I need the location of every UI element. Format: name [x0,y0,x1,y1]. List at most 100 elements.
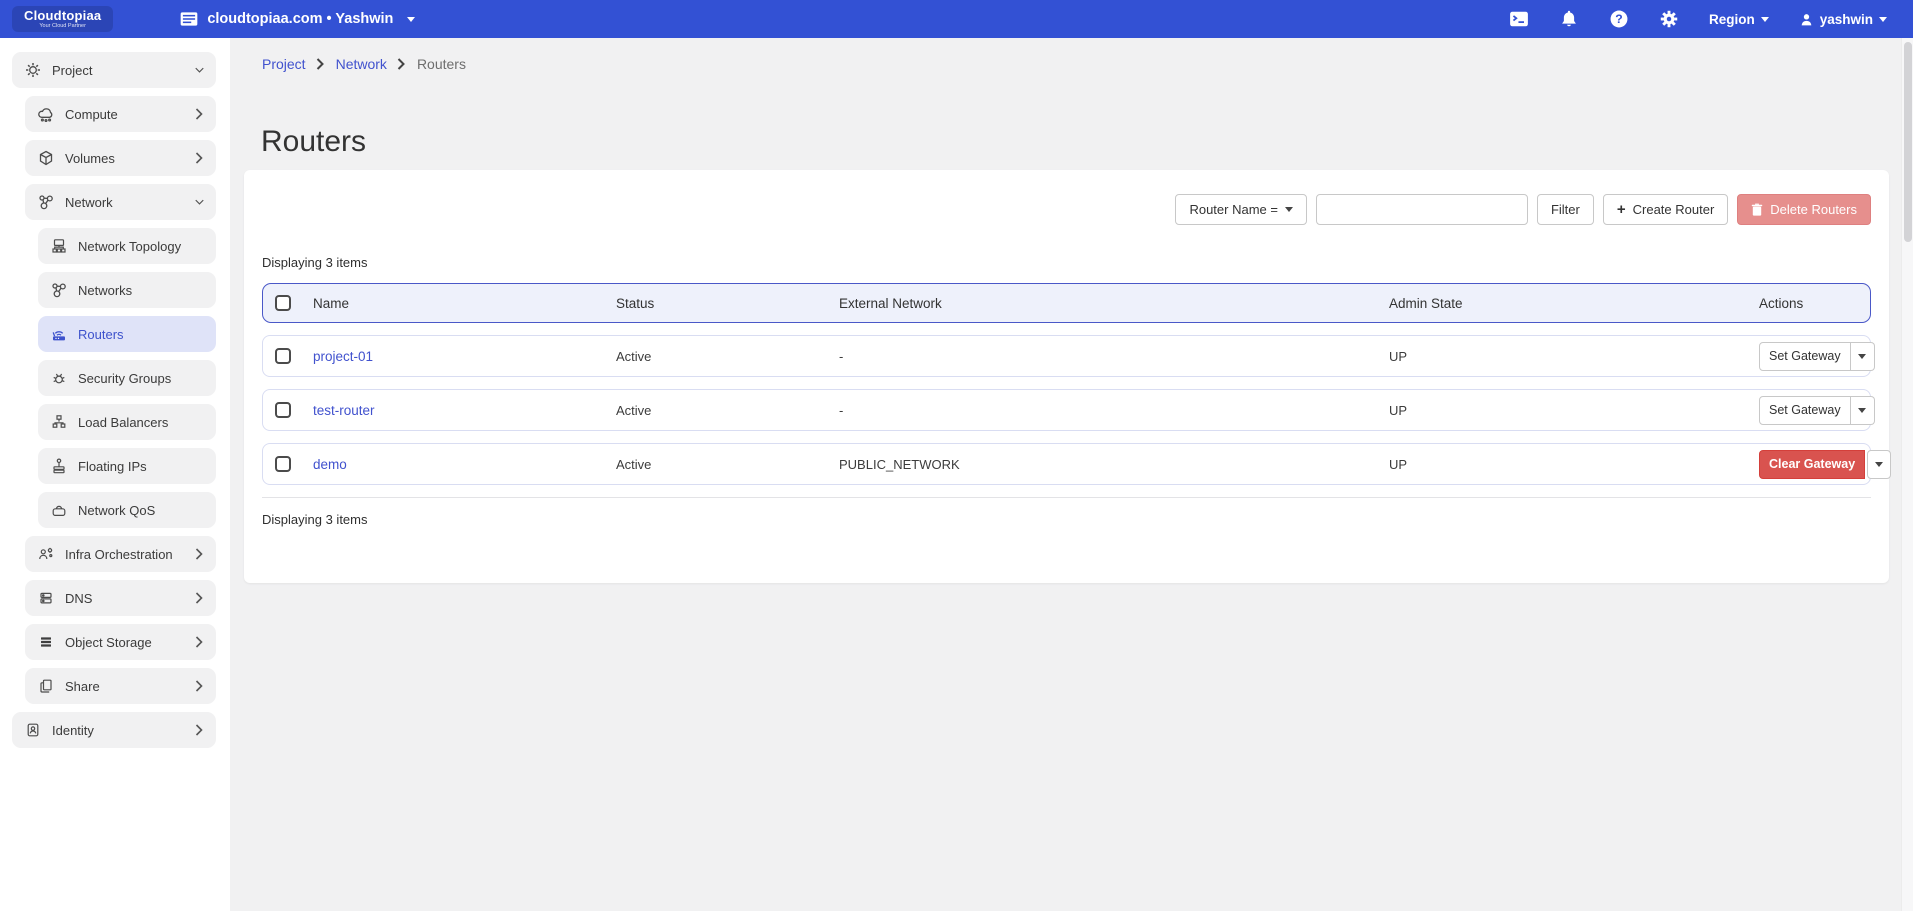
chevron-down-icon [1879,17,1887,22]
sidebar-item-networks[interactable]: Networks [38,272,216,308]
svg-text:?: ? [1615,12,1622,26]
network-qos-briefcase-icon [50,501,68,519]
sidebar-item-label: Object Storage [65,635,185,650]
sidebar-item-identity[interactable]: Identity [12,712,216,748]
scrollbar-thumb[interactable] [1904,42,1912,242]
sidebar-item-label: Compute [65,107,185,122]
notifications-bell-icon[interactable] [1559,9,1579,29]
create-router-label: Create Router [1633,202,1715,217]
filter-field-dropdown[interactable]: Router Name = [1175,194,1307,225]
domain-project-switcher[interactable]: cloudtopiaa.com • Yashwin [179,9,415,29]
help-icon[interactable]: ? [1609,9,1629,29]
sidebar-item-security-groups[interactable]: Security Groups [38,360,216,396]
sidebar-item-floating-ips[interactable]: Floating IPs [38,448,216,484]
set-gateway-button[interactable]: Set Gateway [1759,396,1851,425]
sidebar-item-share[interactable]: Share [25,668,216,704]
chevron-right-icon [397,58,407,70]
domain-list-icon [179,9,199,29]
clear-gateway-button[interactable]: Clear Gateway [1759,450,1865,479]
sidebar-item-infra-orchestration[interactable]: Infra Orchestration [25,536,216,572]
network-topology-icon [50,237,68,255]
sidebar-item-object-storage[interactable]: Object Storage [25,624,216,660]
username-label: yashwin [1820,12,1873,27]
row-checkbox[interactable] [275,348,291,364]
sidebar-item-load-balancers[interactable]: Load Balancers [38,404,216,440]
volumes-cube-icon [37,149,55,167]
sidebar-item-label: Volumes [65,151,185,166]
delete-routers-label: Delete Routers [1770,202,1857,217]
breadcrumb-project-link[interactable]: Project [262,56,306,72]
row-actions-dropdown[interactable] [1867,450,1891,479]
breadcrumb-network-link[interactable]: Network [336,56,387,72]
create-router-button[interactable]: + Create Router [1603,194,1728,225]
user-menu[interactable]: yashwin [1799,12,1887,27]
row-actions-dropdown[interactable] [1851,396,1875,425]
load-balancers-sitemap-icon [50,413,68,431]
chevron-right-icon [195,680,204,692]
router-name-link[interactable]: demo [313,457,616,472]
row-checkbox[interactable] [275,456,291,472]
sidebar-item-label: Network [65,195,185,210]
user-icon [1799,12,1814,27]
set-gateway-button[interactable]: Set Gateway [1759,342,1851,371]
table-toolbar: Router Name = Filter + Create Router Del… [262,194,1871,225]
top-navbar: Cloudtopiaa Your Cloud Partner cloudtopi… [0,0,1913,38]
filter-button[interactable]: Filter [1537,194,1594,225]
chevron-right-icon [195,108,204,120]
delete-routers-button[interactable]: Delete Routers [1737,194,1871,225]
page-title: Routers [261,125,366,159]
sidebar-item-label: Routers [78,327,204,342]
sidebar-item-network-topology[interactable]: Network Topology [38,228,216,264]
network-nodes-icon [37,193,55,211]
region-menu[interactable]: Region [1709,12,1769,27]
row-checkbox[interactable] [275,402,291,418]
sidebar-item-label: Floating IPs [78,459,204,474]
sidebar-item-volumes[interactable]: Volumes [25,140,216,176]
brand-name: Cloudtopiaa [24,9,101,22]
sidebar-item-compute[interactable]: Compute [25,96,216,132]
sidebar-item-project[interactable]: Project [12,52,216,88]
brand-tagline: Your Cloud Partner [39,24,86,30]
dns-server-icon [37,589,55,607]
chevron-right-icon [195,152,204,164]
main-content: Project Network Routers Routers Router N… [230,38,1901,911]
chevron-right-icon [195,636,204,648]
domain-project-label: cloudtopiaa.com • Yashwin [207,11,393,27]
sidebar-item-label: Network QoS [78,503,204,518]
sidebar-item-label: Load Balancers [78,415,204,430]
chevron-right-icon [195,592,204,604]
sidebar-item-network-qos[interactable]: Network QoS [38,492,216,528]
router-admin-state: UP [1389,403,1759,418]
sidebar-item-label: Networks [78,283,204,298]
networks-nodes-icon [50,281,68,299]
chevron-right-icon [195,548,204,560]
sidebar-item-label: DNS [65,591,185,606]
chevron-right-icon [316,58,326,70]
router-name-link[interactable]: project-01 [313,349,616,364]
console-icon[interactable] [1509,9,1529,29]
chevron-down-icon [1858,408,1866,413]
chevron-down-icon [1875,462,1883,467]
chevron-down-icon [195,64,204,76]
trash-icon [1751,203,1763,216]
brand-logo[interactable]: Cloudtopiaa Your Cloud Partner [12,6,113,33]
page-scrollbar[interactable] [1901,38,1913,911]
filter-search-input[interactable] [1316,194,1528,225]
region-label: Region [1709,12,1755,27]
floating-ips-icon [50,457,68,475]
settings-gear-icon[interactable] [1659,9,1679,29]
row-actions-dropdown[interactable] [1851,342,1875,371]
router-admin-state: UP [1389,457,1759,472]
sidebar-item-label: Infra Orchestration [65,547,185,562]
sidebar-item-label: Identity [52,723,185,738]
filter-field-label: Router Name = [1189,202,1278,217]
router-admin-state: UP [1389,349,1759,364]
sidebar-item-network[interactable]: Network [25,184,216,220]
router-status: Active [616,403,839,418]
router-name-link[interactable]: test-router [313,403,616,418]
sidebar-item-dns[interactable]: DNS [25,580,216,616]
router-external-network: - [839,349,1389,364]
sidebar-item-routers[interactable]: Routers [38,316,216,352]
select-all-checkbox[interactable] [275,295,291,311]
chevron-down-icon [195,196,204,208]
